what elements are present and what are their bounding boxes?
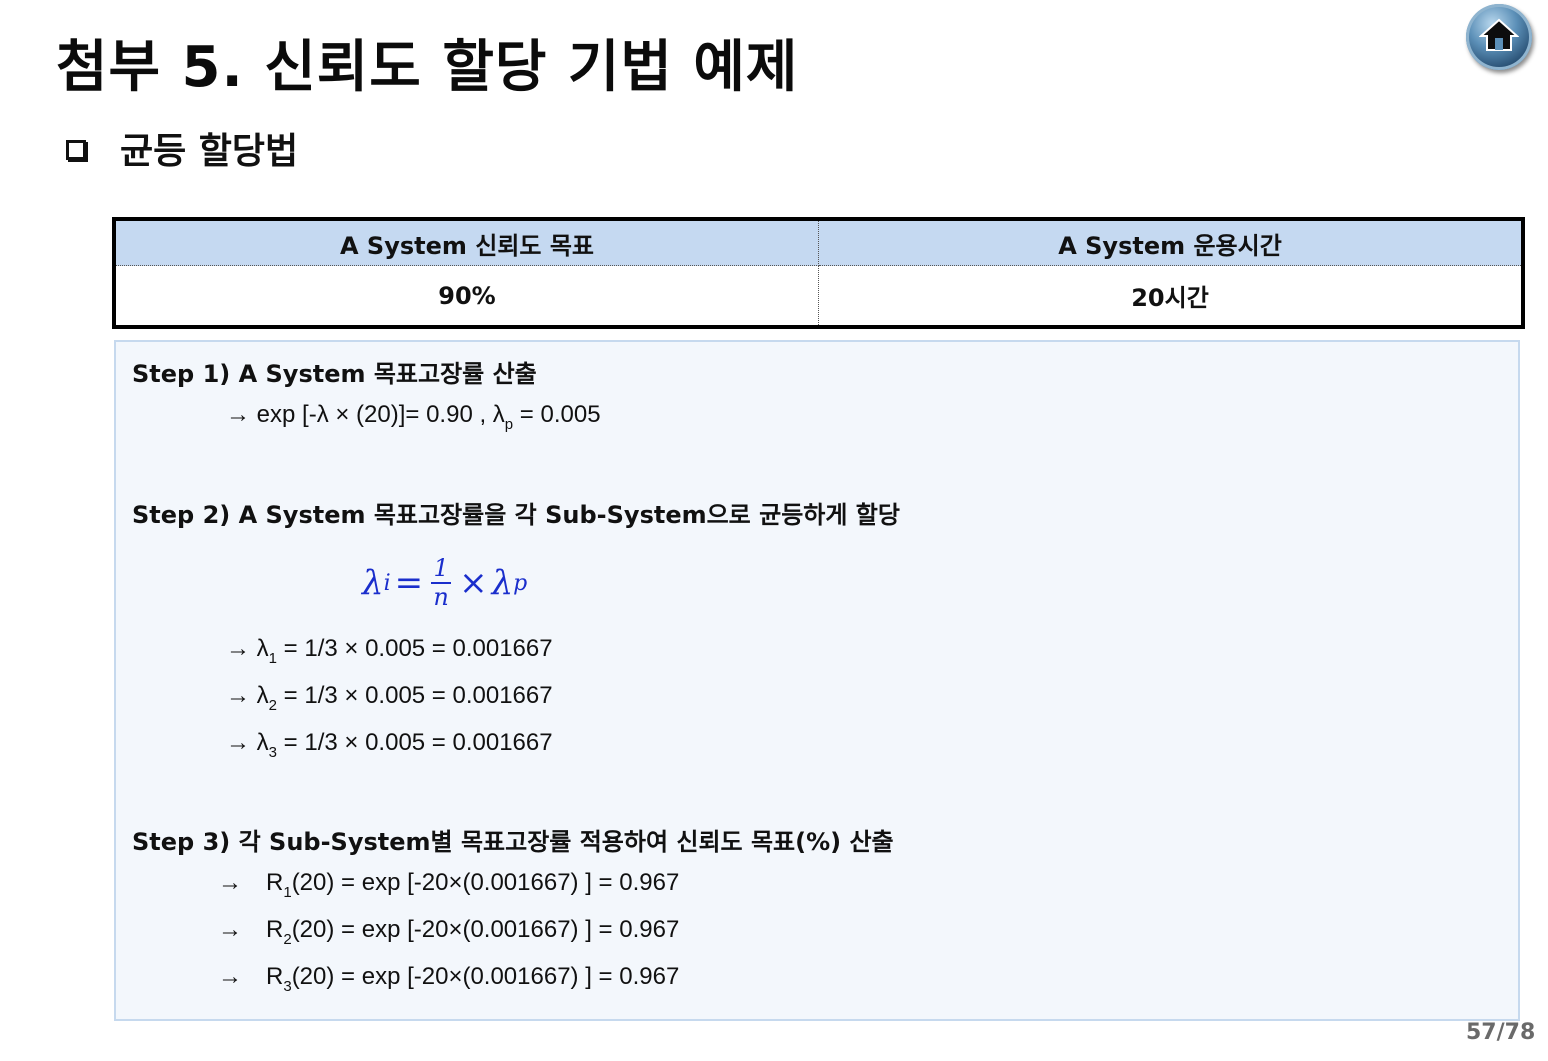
section-heading: 균등 할당법 <box>66 122 298 174</box>
line-rest: (20) = exp [-20×(0.001667) ] = 0.967 <box>291 963 680 990</box>
table-row: 90% 20시간 <box>114 265 1523 327</box>
calculation-panel: Step 1) A System 목표고장률 산출 → exp [-λ × (2… <box>114 340 1520 1021</box>
page-number: 57/78 <box>1466 1020 1536 1045</box>
line-sub: 1 <box>268 650 278 667</box>
step3-line-3: → R3(20) = exp [-20×(0.001667) ] = 0.967 <box>218 963 679 995</box>
line-prefix: R <box>266 869 284 896</box>
arrow-icon: → <box>218 869 242 896</box>
arrow-icon: → <box>218 916 242 943</box>
step1-eq-main: → exp [-λ × (20)]= 0.90 , λ <box>226 401 505 428</box>
line-prefix: R <box>266 916 284 943</box>
table-header-row: A System 신뢰도 목표 A System 운용시간 <box>114 219 1523 266</box>
page-title: 첨부 5. 신뢰도 할당 기법 예제 <box>56 35 799 100</box>
step2-line-2: → λ2 = 1/3 × 0.005 = 0.001667 <box>226 682 553 714</box>
line-prefix: → λ <box>226 635 269 662</box>
checkbox-bullet-icon <box>66 140 86 160</box>
line-sub: 3 <box>268 744 278 761</box>
line-rest: = 1/3 × 0.005 = 0.001667 <box>277 635 553 662</box>
step1-eq-sub: p <box>504 416 514 433</box>
formula-denominator: n <box>433 583 449 612</box>
home-icon <box>1479 18 1519 51</box>
line-rest: (20) = exp [-20×(0.001667) ] = 0.967 <box>291 916 680 943</box>
line-rest: = 1/3 × 0.005 = 0.001667 <box>277 729 553 756</box>
step2-line-3: → λ3 = 1/3 × 0.005 = 0.001667 <box>226 729 553 761</box>
line-prefix: → λ <box>226 682 269 709</box>
section-heading-text: 균등 할당법 <box>120 131 299 172</box>
step2-title: Step 2) A System 목표고장률을 각 Sub-System으로 균… <box>132 501 900 529</box>
formula-numerator: 1 <box>433 554 449 582</box>
line-rest: (20) = exp [-20×(0.001667) ] = 0.967 <box>291 869 680 896</box>
formula-times: × <box>459 563 488 604</box>
formula-fraction: 1 n <box>431 554 452 612</box>
step1-eq-tail: = 0.005 <box>513 401 601 428</box>
header-reliability-target: A System 신뢰도 목표 <box>114 219 819 266</box>
arrow-icon: → <box>218 963 242 990</box>
formula-rhs-sub: p <box>513 570 528 596</box>
system-target-table: A System 신뢰도 목표 A System 운용시간 90% 20시간 <box>112 217 1525 329</box>
step2-line-1: → λ1 = 1/3 × 0.005 = 0.001667 <box>226 635 553 667</box>
line-sub: 3 <box>283 978 292 995</box>
line-sub: 2 <box>283 931 292 948</box>
step3-line-2: → R2(20) = exp [-20×(0.001667) ] = 0.967 <box>218 916 679 948</box>
line-sub: 2 <box>268 697 278 714</box>
value-reliability-target: 90% <box>114 265 819 327</box>
home-button[interactable] <box>1466 4 1532 70</box>
step3-title: Step 3) 각 Sub-System별 목표고장률 적용하여 신뢰도 목표(… <box>132 828 894 856</box>
line-prefix: R <box>266 963 284 990</box>
formula-lhs-sub: i <box>383 570 391 596</box>
formula-equals: = <box>394 563 424 604</box>
header-operating-time: A System 운용시간 <box>818 219 1523 266</box>
formula-lhs: λ <box>362 563 384 604</box>
step1-title: Step 1) A System 목표고장률 산출 <box>132 360 537 388</box>
formula-rhs: λ <box>491 563 514 604</box>
step3-line-1: → R1(20) = exp [-20×(0.001667) ] = 0.967 <box>218 869 679 901</box>
line-sub: 1 <box>283 884 292 901</box>
line-rest: = 1/3 × 0.005 = 0.001667 <box>277 682 553 709</box>
value-operating-time: 20시간 <box>1131 284 1209 312</box>
allocation-formula: λi = 1 n × λp <box>362 554 528 612</box>
step1-equation: → exp [-λ × (20)]= 0.90 , λp = 0.005 <box>226 401 601 433</box>
line-prefix: → λ <box>226 729 269 756</box>
